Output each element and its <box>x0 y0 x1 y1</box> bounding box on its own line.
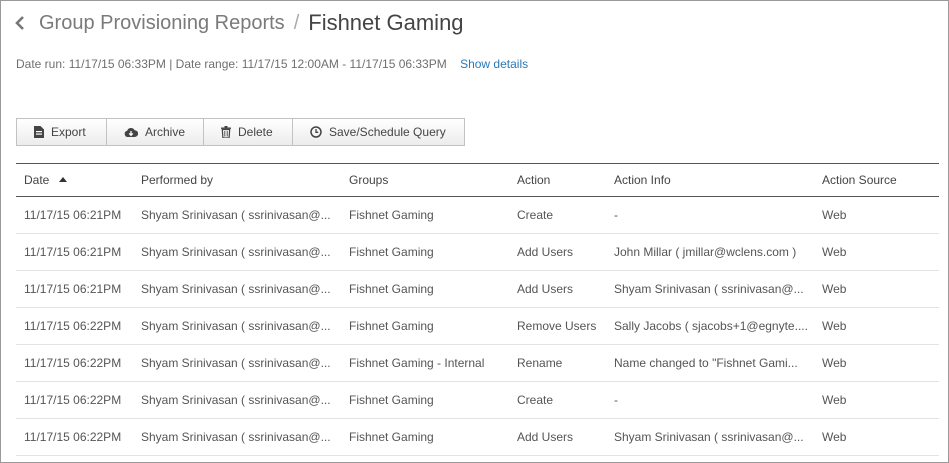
cell-groups: Fishnet Gaming - Internal <box>349 356 485 370</box>
breadcrumb-separator: / <box>293 11 300 34</box>
cell-groups: Fishnet Gaming <box>349 208 434 222</box>
table-row: 11/17/15 06:22PM Shyam Srinivasan ( ssri… <box>16 308 939 345</box>
cell-action-source: Web <box>822 282 847 296</box>
cell-groups: Fishnet Gaming <box>349 430 434 444</box>
cell-performed-by: Shyam Srinivasan ( ssrinivasan@... <box>141 356 331 370</box>
cell-action: Add Users <box>517 282 574 296</box>
column-header-action-source[interactable]: Action Source <box>814 164 939 197</box>
column-header-date-label: Date <box>24 173 50 187</box>
table-row: 11/17/15 06:21PM Shyam Srinivasan ( ssri… <box>16 271 939 308</box>
cell-action-source: Web <box>822 319 847 333</box>
report-meta: Date run: 11/17/15 06:33PM | Date range:… <box>16 57 528 71</box>
cell-date: 11/17/15 06:21PM <box>24 282 122 296</box>
cell-groups: Fishnet Gaming <box>349 319 434 333</box>
table-row: 11/17/15 06:21PM Shyam Srinivasan ( ssri… <box>16 234 939 271</box>
table-header-row: Date Performed by Groups Action Action I… <box>16 163 939 197</box>
cell-action-source: Web <box>822 393 847 407</box>
sort-ascending-icon <box>59 177 68 183</box>
archive-button[interactable]: Archive <box>106 118 204 146</box>
cell-action-info: John Millar ( jmillar@wclens.com ) <box>614 245 797 259</box>
cell-action: Add Users <box>517 245 574 259</box>
cell-groups: Fishnet Gaming <box>349 282 434 296</box>
cell-performed-by: Shyam Srinivasan ( ssrinivasan@... <box>141 319 331 333</box>
column-header-action[interactable]: Action <box>509 164 606 197</box>
page-header: Group Provisioning Reports / Fishnet Gam… <box>15 9 464 37</box>
cell-performed-by: Shyam Srinivasan ( ssrinivasan@... <box>141 393 331 407</box>
table-row: 11/17/15 06:22PM Shyam Srinivasan ( ssri… <box>16 382 939 419</box>
cloud-download-icon <box>124 127 138 138</box>
cell-groups: Fishnet Gaming <box>349 245 434 259</box>
cell-performed-by: Shyam Srinivasan ( ssrinivasan@... <box>141 208 331 222</box>
cell-performed-by: Shyam Srinivasan ( ssrinivasan@... <box>141 282 331 296</box>
cell-action: Add Users <box>517 430 574 444</box>
table-row: 11/17/15 06:21PM Shyam Srinivasan ( ssri… <box>16 197 939 234</box>
cell-action: Create <box>517 208 554 222</box>
cell-action-source: Web <box>822 430 847 444</box>
cell-action-info: Sally Jacobs ( sjacobs+1@egnyte.... <box>614 319 808 333</box>
cell-action-info: - <box>614 393 618 407</box>
clock-icon <box>310 126 322 138</box>
cell-performed-by: Shyam Srinivasan ( ssrinivasan@... <box>141 430 331 444</box>
cell-date: 11/17/15 06:22PM <box>24 319 122 333</box>
delete-label: Delete <box>238 125 273 139</box>
delete-button[interactable]: Delete <box>203 118 293 146</box>
export-label: Export <box>51 125 86 139</box>
archive-label: Archive <box>145 125 186 139</box>
table-row: 11/17/15 06:22PM Shyam Srinivasan ( ssri… <box>16 345 939 382</box>
cell-action: Rename <box>517 356 563 370</box>
cell-action: Create <box>517 393 554 407</box>
report-toolbar: Export Archive Delete Save/Schedule Quer… <box>16 118 465 146</box>
cell-date: 11/17/15 06:21PM <box>24 208 122 222</box>
table-row: 11/17/15 06:22PM Shyam Srinivasan ( ssri… <box>16 419 939 456</box>
cell-date: 11/17/15 06:22PM <box>24 430 122 444</box>
cell-action: Remove Users <box>517 319 597 333</box>
column-header-action-info[interactable]: Action Info <box>606 164 814 197</box>
breadcrumb-parent-link[interactable]: Group Provisioning Reports <box>39 12 285 35</box>
column-header-performed-by[interactable]: Performed by <box>133 164 341 197</box>
cell-action-info: Shyam Srinivasan ( ssrinivasan@... <box>614 282 804 296</box>
column-header-date[interactable]: Date <box>16 164 133 197</box>
page-title: Fishnet Gaming <box>308 10 464 35</box>
cell-action-info: Name changed to "Fishnet Gami... <box>614 356 798 370</box>
cell-date: 11/17/15 06:22PM <box>24 393 122 407</box>
cell-performed-by: Shyam Srinivasan ( ssrinivasan@... <box>141 245 331 259</box>
show-details-link[interactable]: Show details <box>460 57 528 71</box>
cell-action-info: Shyam Srinivasan ( ssrinivasan@... <box>614 430 804 444</box>
trash-icon <box>221 126 231 138</box>
report-table: Date Performed by Groups Action Action I… <box>16 163 939 456</box>
cell-date: 11/17/15 06:21PM <box>24 245 122 259</box>
cell-action-source: Web <box>822 356 847 370</box>
back-chevron-icon[interactable] <box>15 9 31 37</box>
cell-date: 11/17/15 06:22PM <box>24 356 122 370</box>
cell-groups: Fishnet Gaming <box>349 393 434 407</box>
cell-action-info: - <box>614 208 618 222</box>
document-icon <box>34 126 44 138</box>
save-schedule-query-button[interactable]: Save/Schedule Query <box>292 118 465 146</box>
column-header-groups[interactable]: Groups <box>341 164 509 197</box>
export-button[interactable]: Export <box>16 118 107 146</box>
save-schedule-query-label: Save/Schedule Query <box>329 125 446 139</box>
cell-action-source: Web <box>822 208 847 222</box>
report-run-info: Date run: 11/17/15 06:33PM | Date range:… <box>16 57 447 71</box>
cell-action-source: Web <box>822 245 847 259</box>
